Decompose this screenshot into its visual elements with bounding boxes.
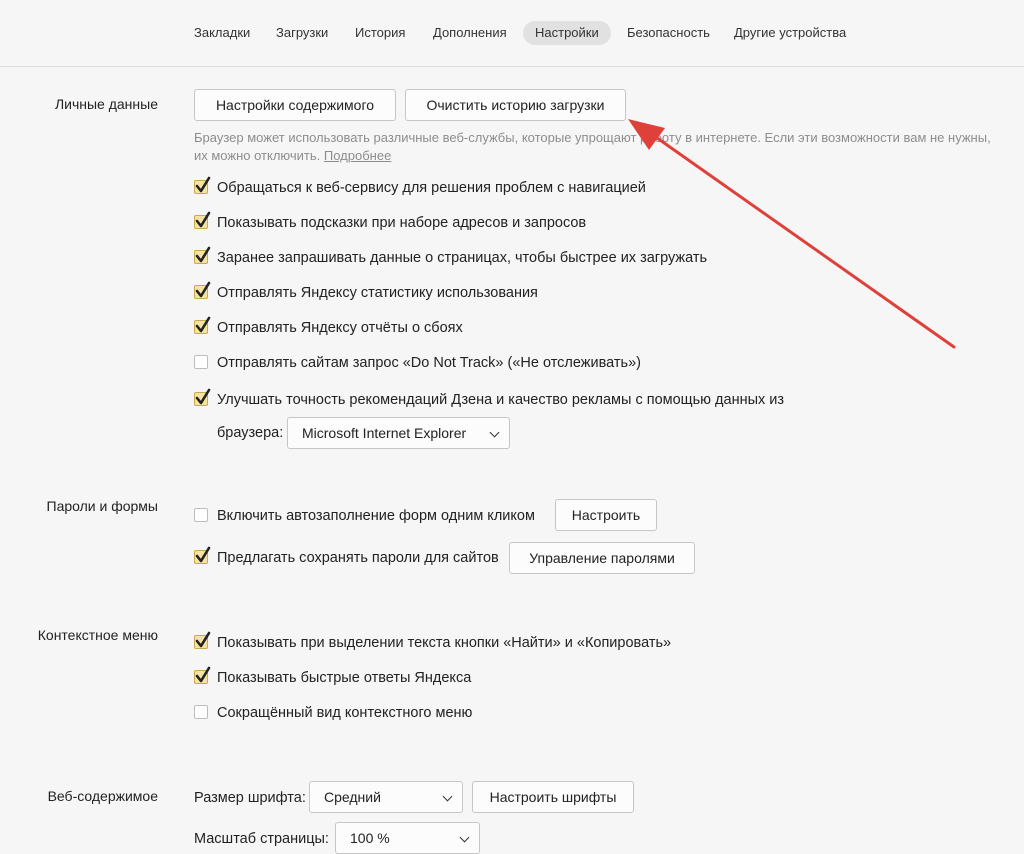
checkbox[interactable] (194, 176, 211, 194)
check-icon (195, 246, 211, 263)
chevron-down-icon (442, 791, 453, 802)
option-label: Улучшать точность рекомендаций Дзена и к… (217, 392, 785, 408)
tab-history[interactable]: История (343, 21, 417, 45)
clear-download-history-button[interactable]: Очистить историю загрузки (405, 89, 626, 121)
check-icon (195, 316, 211, 333)
font-size-label: Размер шрифта: (194, 790, 306, 806)
tab-downloads[interactable]: Загрузки (264, 21, 340, 45)
configure-autofill-button[interactable]: Настроить (555, 499, 657, 531)
option-label: Заранее запрашивать данные о страницах, … (217, 250, 708, 266)
content-settings-button[interactable]: Настройки содержимого (194, 89, 396, 121)
browser-source-label: браузера: (217, 425, 284, 441)
checkbox[interactable] (194, 355, 208, 369)
checkbox[interactable] (194, 666, 211, 684)
chevron-down-icon (489, 427, 500, 438)
checkbox[interactable] (194, 508, 208, 522)
option-label: Отправлять Яндексу статистику использова… (217, 285, 538, 301)
section-label-context-menu: Контекстное меню (37, 627, 158, 643)
more-info-link[interactable]: Подробнее (324, 148, 391, 163)
checkbox[interactable] (194, 631, 211, 649)
check-icon (195, 176, 211, 193)
option-label: Показывать при выделении текста кнопки «… (217, 635, 672, 651)
check-icon (195, 546, 211, 563)
option-label: Отправлять сайтам запрос «Do Not Track» … (217, 355, 641, 371)
option-label: Показывать быстрые ответы Яндекса (217, 670, 472, 686)
select-value: Средний (324, 789, 381, 805)
chevron-down-icon (459, 832, 470, 843)
option-label: Предлагать сохранять пароли для сайтов (217, 550, 499, 566)
page-zoom-label: Масштаб страницы: (194, 831, 329, 847)
check-icon (195, 631, 211, 648)
tab-other-devices[interactable]: Другие устройства (722, 21, 858, 45)
annotation-arrow-icon (628, 119, 956, 349)
checkbox[interactable] (194, 316, 211, 334)
select-value: 100 % (350, 830, 390, 846)
tab-settings[interactable]: Настройки (523, 21, 611, 45)
checkbox[interactable] (194, 246, 211, 264)
check-icon (195, 281, 211, 298)
checkbox[interactable] (194, 211, 211, 229)
font-size-select[interactable]: Средний (309, 781, 463, 813)
section-label-passwords-forms: Пароли и формы (46, 498, 158, 514)
hint-text: Браузер может использовать различные веб… (194, 130, 991, 163)
option-label: Отправлять Яндексу отчёты о сбоях (217, 320, 463, 336)
section-label-web-content: Веб-содержимое (47, 788, 158, 804)
check-icon (195, 388, 211, 405)
select-value: Microsoft Internet Explorer (302, 425, 467, 441)
configure-fonts-button[interactable]: Настроить шрифты (472, 781, 634, 813)
web-services-hint: Браузер может использовать различные веб… (194, 129, 994, 165)
check-icon (195, 666, 211, 683)
page-zoom-select[interactable]: 100 % (335, 822, 480, 854)
tab-bookmarks[interactable]: Закладки (182, 21, 262, 45)
manage-passwords-button[interactable]: Управление паролями (509, 542, 695, 574)
option-label: Обращаться к веб-сервису для решения про… (217, 180, 646, 196)
option-label: Включить автозаполнение форм одним клико… (217, 508, 535, 524)
tab-security[interactable]: Безопасность (615, 21, 722, 45)
checkbox[interactable] (194, 546, 211, 564)
checkbox[interactable] (194, 388, 211, 406)
option-label: Показывать подсказки при наборе адресов … (217, 215, 587, 231)
settings-nav: Закладки Загрузки История Дополнения Нас… (0, 0, 1024, 67)
section-label-personal-data: Личные данные (54, 96, 158, 112)
checkbox[interactable] (194, 281, 211, 299)
check-icon (195, 211, 211, 228)
tab-extensions[interactable]: Дополнения (421, 21, 519, 45)
browser-source-select[interactable]: Microsoft Internet Explorer (287, 417, 510, 449)
option-label: Сокращённый вид контекстного меню (217, 705, 473, 721)
checkbox[interactable] (194, 705, 208, 719)
